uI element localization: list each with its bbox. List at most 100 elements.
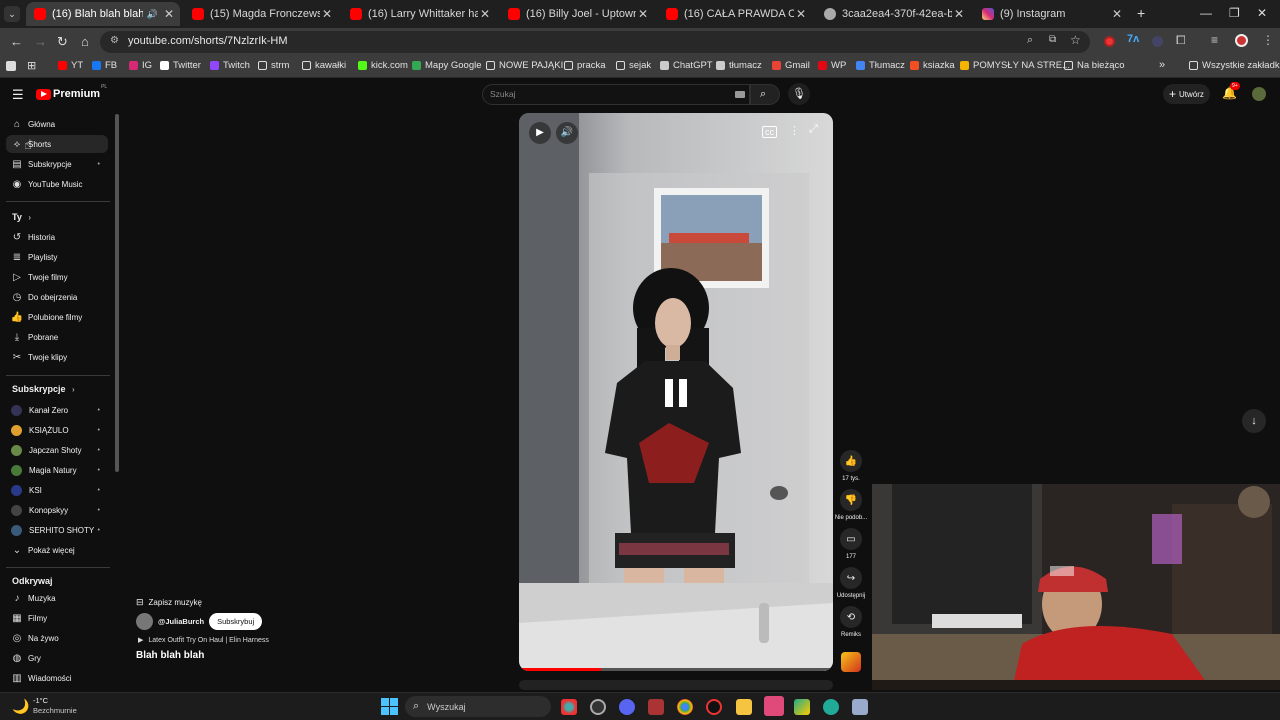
close-tab-icon[interactable]: ✕ (478, 7, 492, 21)
bookmark-item[interactable]: sejak (616, 60, 651, 71)
tab-youtube-active[interactable]: (16) Blah blah blah - YouTube 🔊 ✕ (26, 2, 180, 26)
audio-playing-icon[interactable]: 🔊 (147, 9, 158, 20)
voice-search-icon[interactable]: 🎙 (788, 83, 810, 105)
pause-overlay-icon[interactable] (665, 379, 689, 407)
weather-temp[interactable]: -1°C (33, 696, 48, 705)
chrome-icon[interactable] (677, 699, 693, 715)
taskbar-search[interactable]: ⌕ Wyszukaj (405, 696, 551, 717)
sidebar-item-muzyka[interactable]: ♪ Muzyka (6, 589, 108, 607)
sidebar-item-filmy[interactable]: ▦ Filmy (6, 609, 108, 627)
sidebar-item-pobrane[interactable]: ⤓ Pobrane (6, 328, 108, 346)
play-button[interactable]: ▶ (529, 122, 551, 144)
close-tab-icon[interactable]: ✕ (952, 7, 966, 21)
bookmark-item[interactable]: ksiazka (910, 60, 955, 71)
home-icon[interactable]: ⌂ (81, 34, 89, 49)
bookmark-item[interactable]: NOWE PAJĄKI (486, 60, 563, 71)
short-video-player[interactable]: ▶ 🔊 cc ⋮ ⤢ (519, 113, 833, 671)
sidebar-item-książulo[interactable]: KSIĄŻULO • (6, 421, 108, 439)
windows-start-icon[interactable] (381, 698, 398, 715)
translator-extension-icon[interactable]: 7ʌ (1127, 33, 1139, 45)
tab-search-button[interactable]: ⌄ (4, 6, 20, 22)
tab-3[interactable]: (16) Larry Whittaker has died: W ✕ (342, 2, 496, 26)
app-icon[interactable] (823, 699, 839, 715)
close-tab-icon[interactable]: ✕ (320, 7, 334, 21)
app-icon[interactable] (648, 699, 664, 715)
volume-icon[interactable]: 🔊 (556, 122, 578, 144)
bookmark-item[interactable]: WP (818, 60, 846, 71)
all-bookmarks-folder[interactable]: Wszystkie zakładki (1189, 60, 1280, 71)
calculator-icon[interactable] (852, 699, 868, 715)
create-button[interactable]: + Utwórz (1163, 84, 1210, 104)
new-tab-icon[interactable]: + (1137, 5, 1145, 21)
video-progress-bar[interactable] (519, 668, 833, 671)
sidebar-item-główna[interactable]: ⌂ Główna (6, 115, 108, 133)
app-icon[interactable] (794, 699, 810, 715)
dislike-action[interactable]: 👎 Nie podob... (834, 489, 868, 521)
close-window-icon[interactable]: ✕ (1257, 6, 1267, 20)
opera-icon[interactable] (706, 699, 722, 715)
weather-moon-icon[interactable]: 🌙 (12, 698, 29, 715)
address-bar[interactable]: ⚙ youtube.com/shorts/7NzlzrIk-HM ⌕ ⧉ ☆ (100, 31, 1090, 53)
close-tab-icon[interactable]: ✕ (1110, 7, 1124, 21)
grid-icon[interactable]: ⊞ (27, 59, 36, 72)
bookmark-item[interactable]: pracka (564, 60, 606, 71)
sidebar-item-polubione-filmy[interactable]: 👍 Polubione filmy (6, 308, 108, 326)
sidebar-item-kanał-zero[interactable]: Kanał Zero • (6, 401, 108, 419)
bookmark-item[interactable]: Twitter (160, 60, 201, 71)
extensions-puzzle-icon[interactable]: ⧠ (1176, 33, 1186, 48)
subscriptions-section-header[interactable]: Subskrypcje › (12, 384, 75, 394)
sidebar-scrollbar[interactable] (115, 114, 119, 472)
sidebar-item-konopskyy[interactable]: Konopskyy • (6, 501, 108, 519)
sidebar-item-youtube-music[interactable]: ◉ YouTube Music (6, 175, 108, 193)
channel-avatar[interactable] (136, 613, 153, 630)
save-music-button[interactable]: ⊟ Zapisz muzykę (136, 594, 202, 610)
zoom-search-icon[interactable]: ⌕ (1027, 34, 1033, 47)
tab-2[interactable]: (15) Magda Fronczewska - Lalec ✕ (184, 2, 338, 26)
minimize-icon[interactable]: — (1200, 6, 1212, 20)
bookmark-item[interactable]: Na bieżąco (1064, 60, 1125, 71)
sidebar-item-ksi[interactable]: KSI • (6, 481, 108, 499)
sidebar-item-japczan-shoty[interactable]: Japczan Shoty • (6, 441, 108, 459)
sidebar-item-serhito-shoty[interactable]: SERHITO SHOTY • (6, 521, 108, 539)
show-more-button[interactable]: ⌄ Pokaż więcej (6, 541, 108, 559)
tab-6[interactable]: 3caa2ea4-370f-42ea-b753-74b ✕ (816, 2, 970, 26)
media-controls-icon[interactable]: ≡ (1211, 33, 1218, 47)
sidebar-item-historia[interactable]: ↺ Historia (6, 228, 108, 246)
bookmark-item[interactable]: IG (129, 60, 152, 71)
discord-icon[interactable] (619, 699, 635, 715)
sidebar-item-wiadomości[interactable]: ▥ Wiadomości (6, 669, 108, 687)
music-link[interactable]: ▶ Latex Outfit Try On Haul | Elin Harnes… (136, 636, 269, 645)
share-action[interactable]: ↪ Udostępnij (834, 567, 868, 599)
profile-avatar[interactable] (1235, 34, 1248, 47)
keyboard-icon[interactable] (735, 91, 745, 98)
bookmark-item[interactable]: tłumacz (716, 60, 762, 71)
sidebar-item-na-żywo[interactable]: ◎ Na żywo (6, 629, 108, 647)
you-section-header[interactable]: Ty › (12, 212, 31, 222)
weather-desc[interactable]: Bezchmurnie (33, 706, 77, 715)
close-tab-icon[interactable]: ✕ (636, 7, 650, 21)
close-tab-icon[interactable]: ✕ (794, 7, 808, 21)
hamburger-menu-icon[interactable]: ☰ (12, 87, 24, 103)
record-extension-icon[interactable] (1104, 36, 1115, 47)
app-icon[interactable] (561, 699, 577, 715)
reload-icon[interactable]: ↻ (57, 34, 68, 50)
sidebar-item-twoje-filmy[interactable]: ▷ Twoje filmy (6, 268, 108, 286)
search-input[interactable]: Szukaj (482, 84, 750, 105)
like-action[interactable]: 👍 17 tys. (838, 450, 864, 482)
bookmark-item[interactable]: YT (58, 60, 83, 71)
bookmark-item[interactable]: Gmail (772, 60, 810, 71)
comments-action[interactable]: ▭ 177 (838, 528, 864, 560)
short-title[interactable]: Blah blah blah (136, 650, 204, 661)
bookmark-item[interactable]: strm (258, 60, 289, 71)
channel-handle[interactable]: @JuliaBurch (158, 617, 204, 626)
subscribe-button[interactable]: Subskrybuj (209, 613, 263, 630)
more-options-icon[interactable]: ⋮ (789, 124, 800, 137)
bookmark-item[interactable]: Mapy Google (412, 60, 482, 71)
sidebar-item-playlisty[interactable]: ≣ Playlisty (6, 248, 108, 266)
sidebar-item-do-obejrzenia[interactable]: ◷ Do obejrzenia (6, 288, 108, 306)
sidebar-item-subskrypcje[interactable]: ▤ Subskrypcje • (6, 155, 108, 173)
search-button[interactable]: ⌕ (750, 84, 780, 105)
account-avatar[interactable] (1252, 87, 1266, 101)
close-tab-icon[interactable]: ✕ (162, 7, 176, 21)
app-icon[interactable] (590, 699, 606, 715)
